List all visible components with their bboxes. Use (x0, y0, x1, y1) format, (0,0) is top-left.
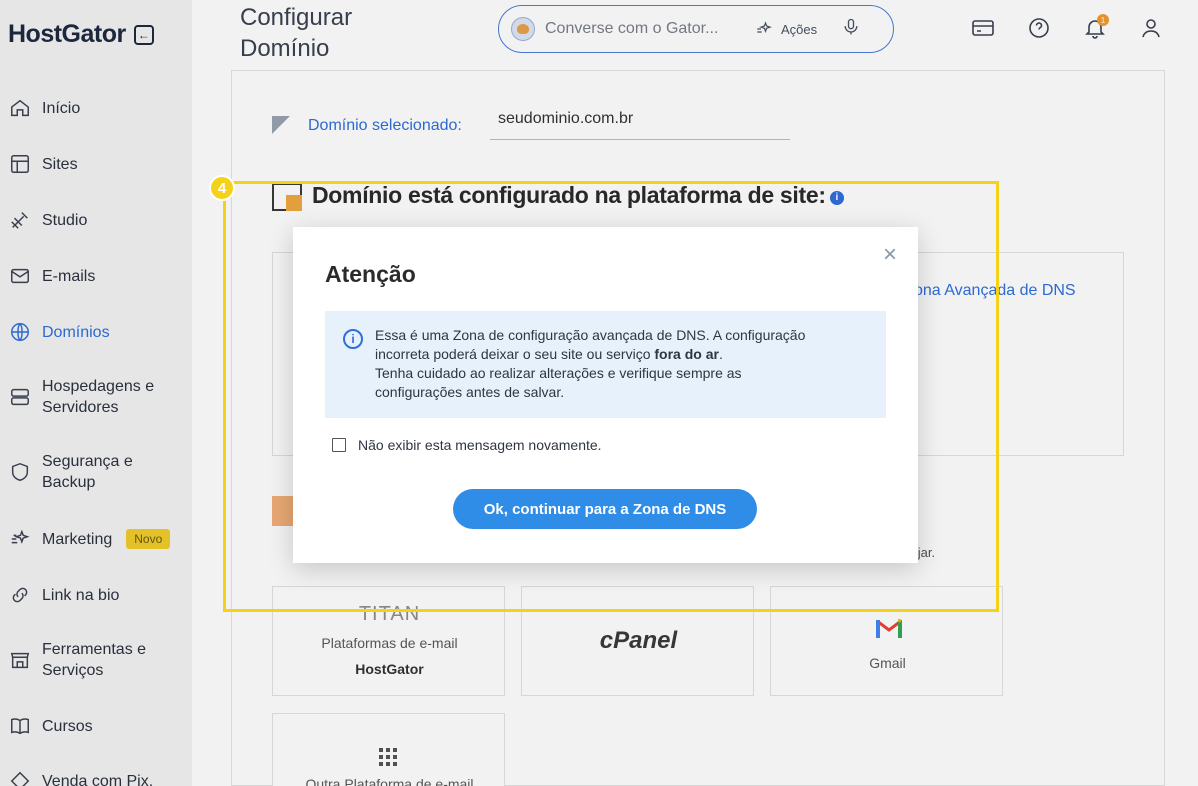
alert-text: Essa é uma Zona de configuração avançada… (375, 326, 865, 402)
attention-modal: × Atenção i Essa é uma Zona de configura… (293, 227, 918, 563)
info-icon: i (343, 329, 363, 349)
alert-emphasis: fora do ar (654, 346, 719, 362)
alert-line-1: Essa é uma Zona de configuração avançada… (375, 327, 806, 343)
alert-line-2-end: . (718, 346, 723, 362)
close-icon[interactable]: × (880, 243, 900, 267)
alert-line-4: configurações antes de salvar. (375, 384, 565, 400)
dns-warning-alert: i Essa é uma Zona de configuração avança… (325, 311, 886, 418)
dont-show-again-checkbox[interactable] (332, 438, 346, 452)
alert-line-3: Tenha cuidado ao realizar alterações e v… (375, 365, 742, 381)
alert-line-2: incorreta poderá deixar o seu site ou se… (375, 346, 655, 362)
continue-to-dns-zone-button[interactable]: Ok, continuar para a Zona de DNS (453, 489, 757, 529)
dont-show-again-label: Não exibir esta mensagem novamente. (358, 437, 602, 453)
modal-title: Atenção (325, 261, 416, 287)
dont-show-again-row[interactable]: Não exibir esta mensagem novamente. (332, 437, 602, 453)
tutorial-step-badge: 4 (209, 175, 235, 201)
